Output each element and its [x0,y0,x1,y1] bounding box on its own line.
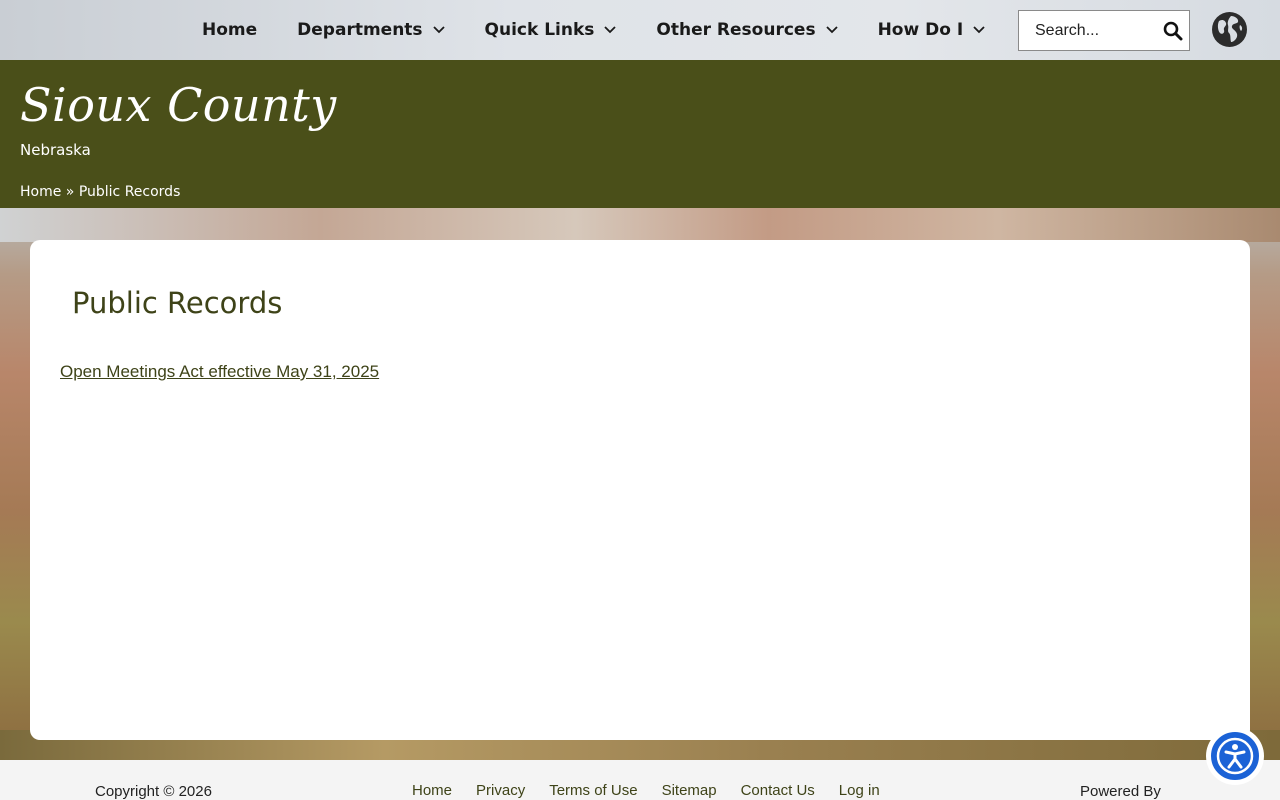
search-box [1018,10,1190,51]
footer-link-sitemap[interactable]: Sitemap [662,782,717,799]
powered-by-text: Powered By [1080,783,1161,800]
nav-item-home[interactable]: Home [202,20,257,40]
copyright-text: Copyright © 2026 [95,783,212,800]
site-footer: Copyright © 2026 Home Privacy Terms of U… [0,760,1280,800]
footer-link-home[interactable]: Home [412,782,452,799]
chevron-down-icon [432,26,445,34]
content-card: Public Records Open Meetings Act effecti… [30,240,1250,740]
site-subtitle: Nebraska [20,141,91,159]
breadcrumb-home-link[interactable]: Home [20,184,61,200]
nav-item-how-do-i[interactable]: How Do I [878,20,986,40]
nav-item-label: Home [202,20,258,40]
nav-item-label: How Do I [877,20,964,40]
main-menu: Home Departments Quick Links Other Resou… [202,0,1025,60]
nav-item-label: Quick Links [484,20,595,40]
search-icon[interactable] [1163,21,1183,41]
breadcrumb: Home » Public Records [20,184,180,200]
footer-links: Home Privacy Terms of Use Sitemap Contac… [412,782,904,799]
footer-link-terms[interactable]: Terms of Use [549,782,637,799]
site-title[interactable]: Sioux County [20,78,337,132]
nav-item-label: Other Resources [656,20,816,40]
breadcrumb-separator: » [65,184,79,200]
chevron-down-icon [825,26,838,34]
globe-icon[interactable] [1211,11,1248,48]
chevron-down-icon [973,26,985,34]
footer-link-contact[interactable]: Contact Us [741,782,815,799]
search-input[interactable] [1019,11,1159,50]
accessibility-icon-bg [1209,730,1261,782]
chevron-down-icon [604,26,617,34]
accessibility-icon [1216,737,1254,775]
site-header: Sioux County Nebraska Home » Public Reco… [0,60,1280,208]
top-navigation: Home Departments Quick Links Other Resou… [0,0,1280,60]
nav-item-quick-links[interactable]: Quick Links [485,20,617,40]
nav-item-label: Departments [297,20,423,40]
accessibility-button[interactable] [1206,727,1264,785]
open-meetings-act-link[interactable]: Open Meetings Act effective May 31, 2025 [60,362,379,382]
nav-item-other-resources[interactable]: Other Resources [656,20,838,40]
breadcrumb-current: Public Records [78,184,181,200]
footer-link-privacy[interactable]: Privacy [476,782,525,799]
footer-link-login[interactable]: Log in [839,782,880,799]
nav-item-departments[interactable]: Departments [297,20,445,40]
page-title: Public Records [72,286,283,320]
